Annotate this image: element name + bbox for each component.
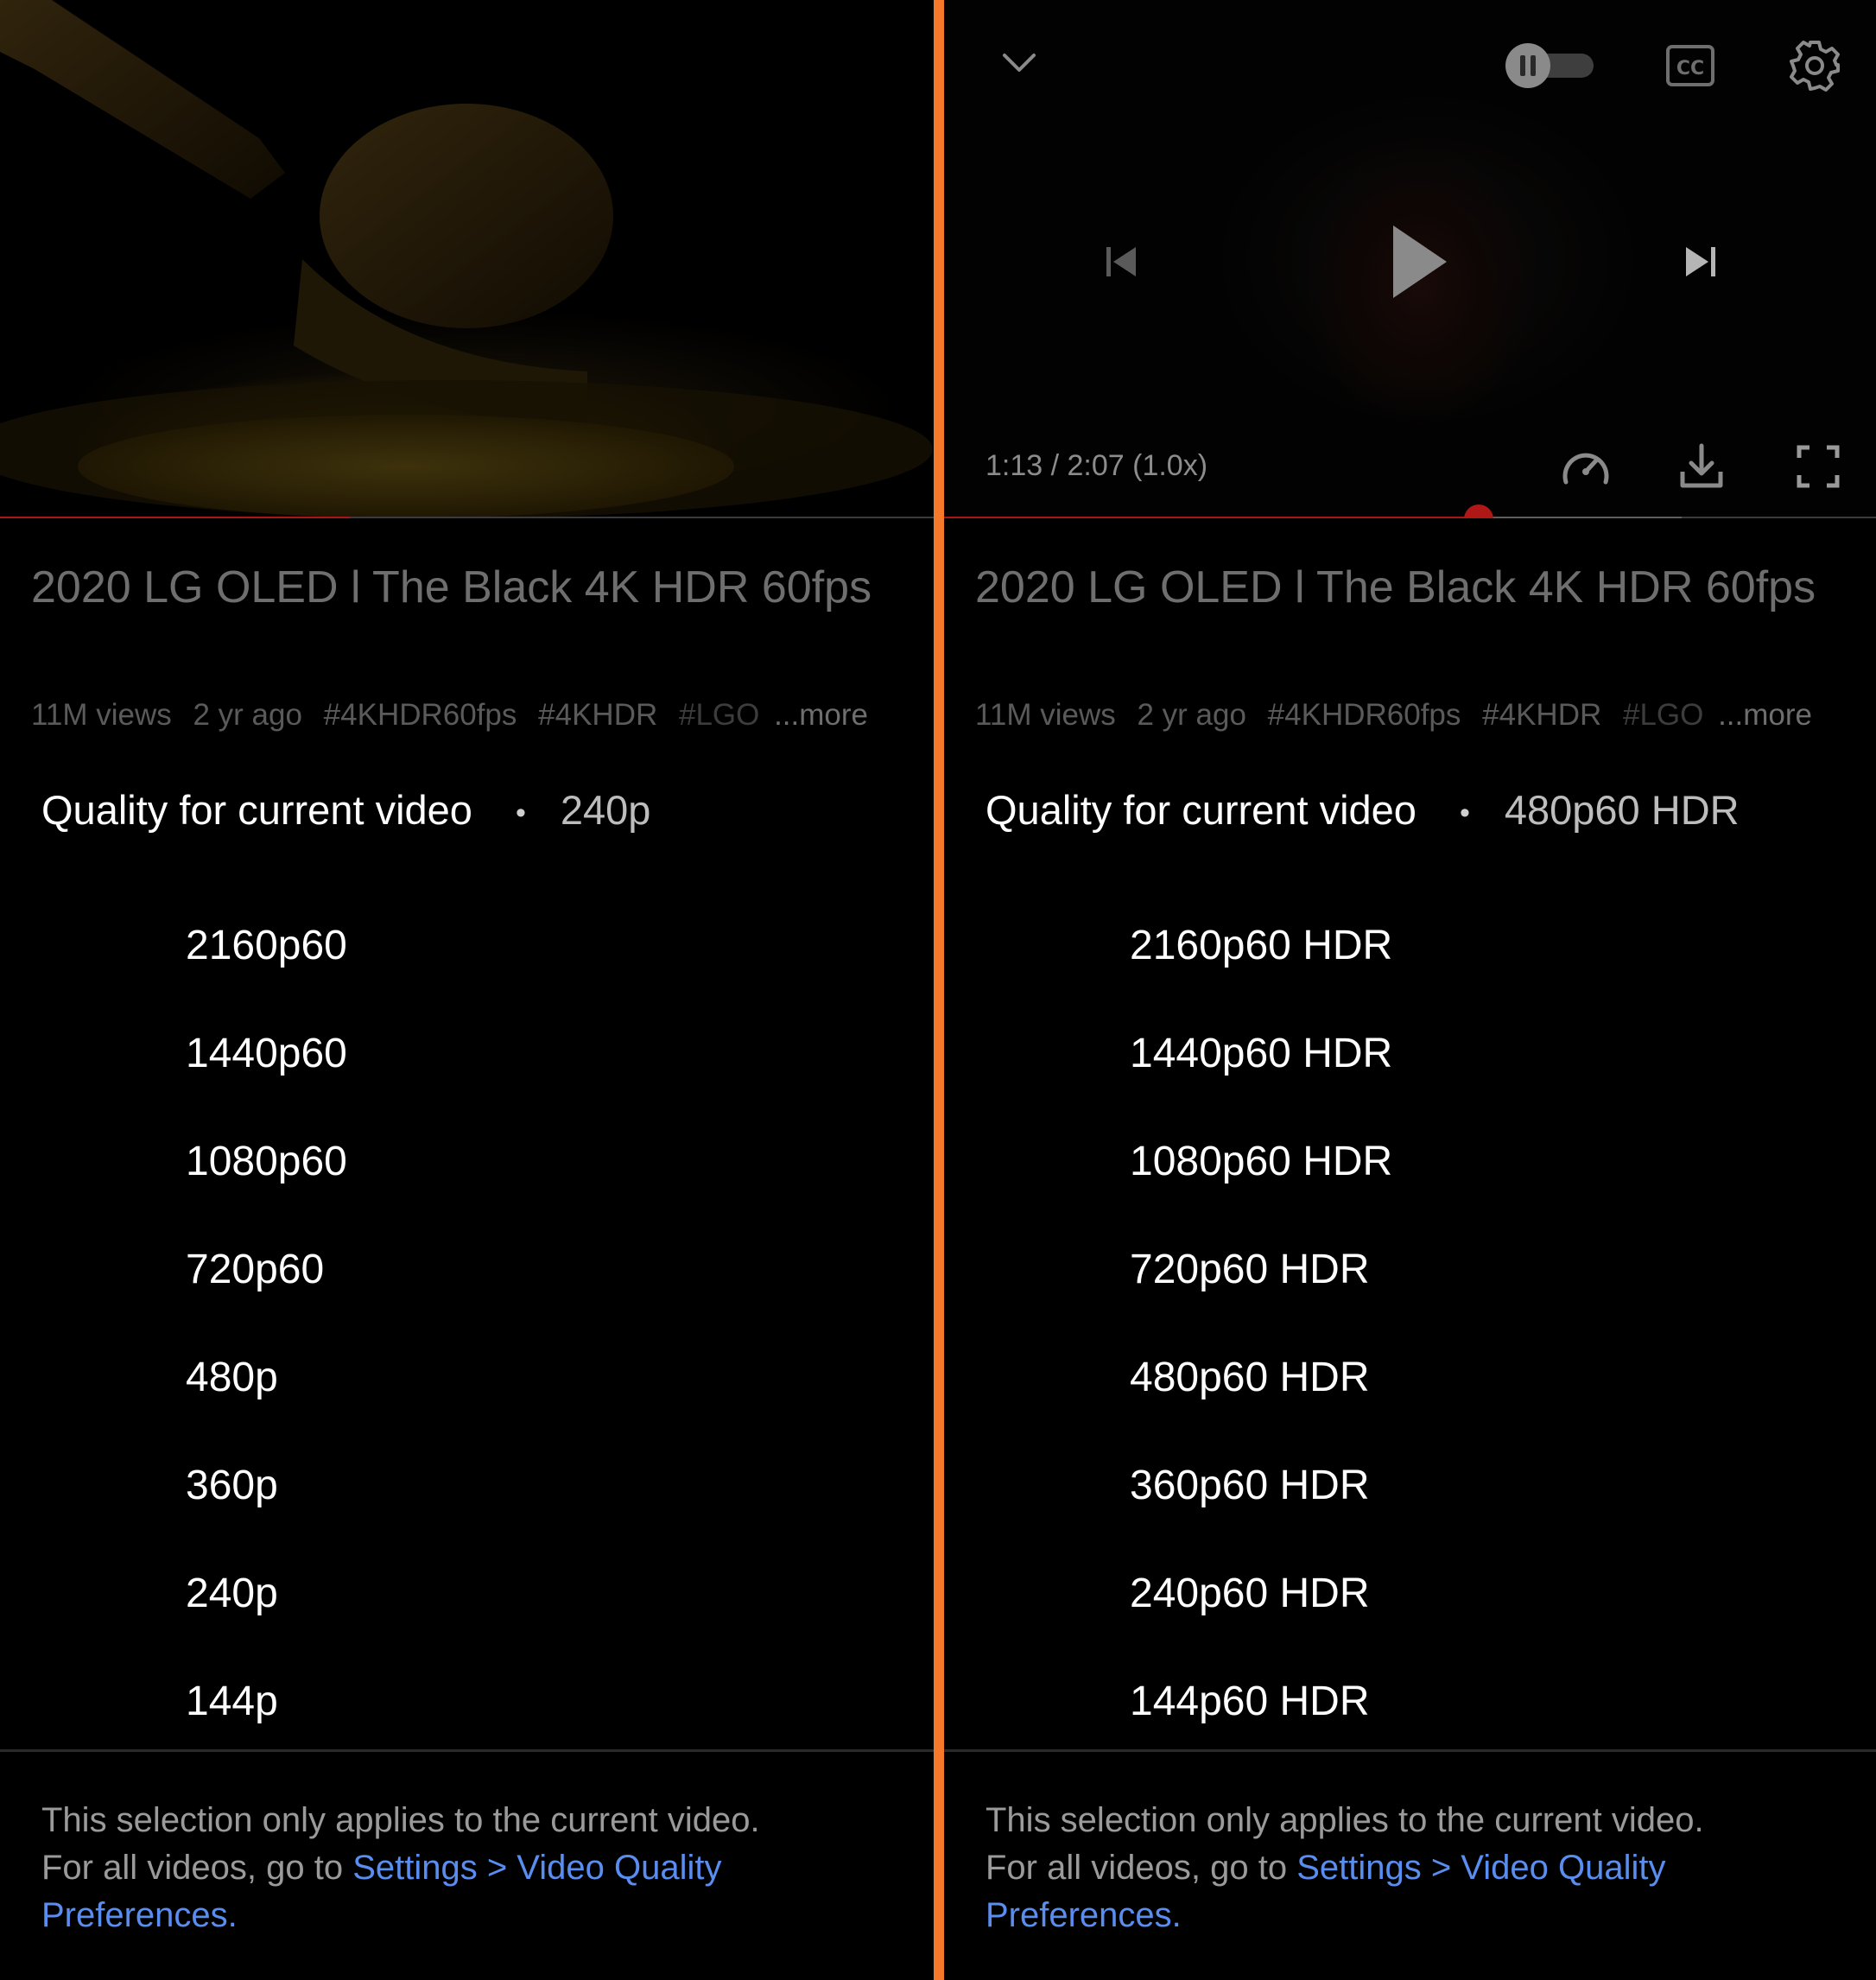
quality-option[interactable]: 360p60 HDR <box>1130 1456 1392 1564</box>
hashtag[interactable]: #4KHDR <box>538 698 657 733</box>
separator-dot: • <box>1459 796 1470 830</box>
progress-bar[interactable] <box>0 517 934 518</box>
video-meta[interactable]: 11M views 2 yr ago #4KHDR60fps #4KHDR #L… <box>975 698 1856 736</box>
footer-text-line1: This selection only applies to the curre… <box>41 1801 760 1839</box>
progress-played <box>0 517 351 518</box>
footer-text-line1: This selection only applies to the curre… <box>986 1801 1704 1839</box>
footer-note: This selection only applies to the curre… <box>41 1797 905 1939</box>
next-icon[interactable] <box>1681 242 1721 282</box>
quality-option[interactable]: 144p <box>186 1672 347 1780</box>
footer-text-line2: For all videos, go to <box>986 1849 1297 1887</box>
play-icon[interactable] <box>1385 220 1454 303</box>
quality-option[interactable]: 360p <box>186 1456 347 1564</box>
more-link[interactable]: ...more <box>1713 698 1812 733</box>
video-player[interactable]: CC 1:13 / 2:07 (1.0x) <box>944 0 1876 518</box>
quality-options-list: 2160p60 1440p60 1080p60 720p60 480p 360p… <box>186 916 347 1780</box>
quality-option[interactable]: 480p60 HDR <box>1130 1348 1392 1456</box>
quality-option[interactable]: 1080p60 HDR <box>1130 1132 1392 1240</box>
quality-option[interactable]: 1440p60 <box>186 1024 347 1132</box>
gear-icon[interactable] <box>1787 38 1842 93</box>
divider-line <box>0 1749 934 1752</box>
quality-option[interactable]: 2160p60 <box>186 916 347 1024</box>
hashtag[interactable]: #4KHDR60fps <box>324 698 517 733</box>
current-quality: 480p60 HDR <box>1504 787 1740 833</box>
right-panel: CC 1:13 / 2:07 (1.0x) 2020 LG OLED l The… <box>944 0 1876 1980</box>
left-panel: 2020 LG OLED l The Black 4K HDR 60fps 11… <box>0 0 934 1980</box>
quality-option[interactable]: 1080p60 <box>186 1132 347 1240</box>
chevron-down-icon[interactable] <box>998 41 1041 85</box>
view-count: 11M views <box>975 698 1116 732</box>
playback-speed-icon[interactable] <box>1559 442 1613 491</box>
quality-header-label: Quality for current video <box>986 787 1417 833</box>
upload-age: 2 yr ago <box>193 698 302 732</box>
footer-note: This selection only applies to the curre… <box>986 1797 1849 1939</box>
progress-bar[interactable] <box>944 505 1876 518</box>
quality-option[interactable]: 720p60 <box>186 1240 347 1348</box>
video-title[interactable]: 2020 LG OLED l The Black 4K HDR 60fps <box>975 556 1839 619</box>
download-icon[interactable] <box>1677 441 1726 492</box>
quality-option[interactable]: 240p <box>186 1564 347 1672</box>
quality-option[interactable]: 720p60 HDR <box>1130 1240 1392 1348</box>
quality-header: Quality for current video • 480p60 HDR <box>986 786 1740 834</box>
footer-text-line2: For all videos, go to <box>41 1849 353 1887</box>
quality-option[interactable]: 480p <box>186 1348 347 1456</box>
quality-option[interactable]: 240p60 HDR <box>1130 1564 1392 1672</box>
view-count: 11M views <box>31 698 172 732</box>
autoplay-toggle-icon[interactable] <box>1502 41 1599 90</box>
captions-icon[interactable]: CC <box>1664 41 1716 90</box>
progress-played <box>944 517 1480 518</box>
divider-line <box>944 1749 1876 1752</box>
quality-header-label: Quality for current video <box>41 787 472 833</box>
hashtag[interactable]: #LGO <box>679 698 759 733</box>
hashtag[interactable]: #4KHDR <box>1482 698 1601 733</box>
current-quality: 240p <box>560 787 651 833</box>
separator-dot: • <box>515 796 526 830</box>
previous-icon[interactable] <box>1101 242 1141 282</box>
fullscreen-icon[interactable] <box>1796 444 1841 489</box>
time-display: 1:13 / 2:07 (1.0x) <box>986 449 1208 482</box>
video-overlay <box>0 0 934 518</box>
quality-options-list: 2160p60 HDR 1440p60 HDR 1080p60 HDR 720p… <box>1130 916 1392 1780</box>
video-player[interactable] <box>0 0 934 518</box>
quality-option[interactable]: 2160p60 HDR <box>1130 916 1392 1024</box>
svg-text:CC: CC <box>1676 58 1704 79</box>
quality-option[interactable]: 1440p60 HDR <box>1130 1024 1392 1132</box>
hashtag[interactable]: #LGO <box>1623 698 1703 733</box>
video-title[interactable]: 2020 LG OLED l The Black 4K HDR 60fps <box>31 556 895 619</box>
panel-divider <box>934 0 944 1980</box>
quality-option[interactable]: 144p60 HDR <box>1130 1672 1392 1780</box>
more-link[interactable]: ...more <box>769 698 868 733</box>
upload-age: 2 yr ago <box>1137 698 1246 732</box>
video-meta[interactable]: 11M views 2 yr ago #4KHDR60fps #4KHDR #L… <box>31 698 912 736</box>
hashtag[interactable]: #4KHDR60fps <box>1268 698 1461 733</box>
quality-header: Quality for current video • 240p <box>41 786 650 834</box>
